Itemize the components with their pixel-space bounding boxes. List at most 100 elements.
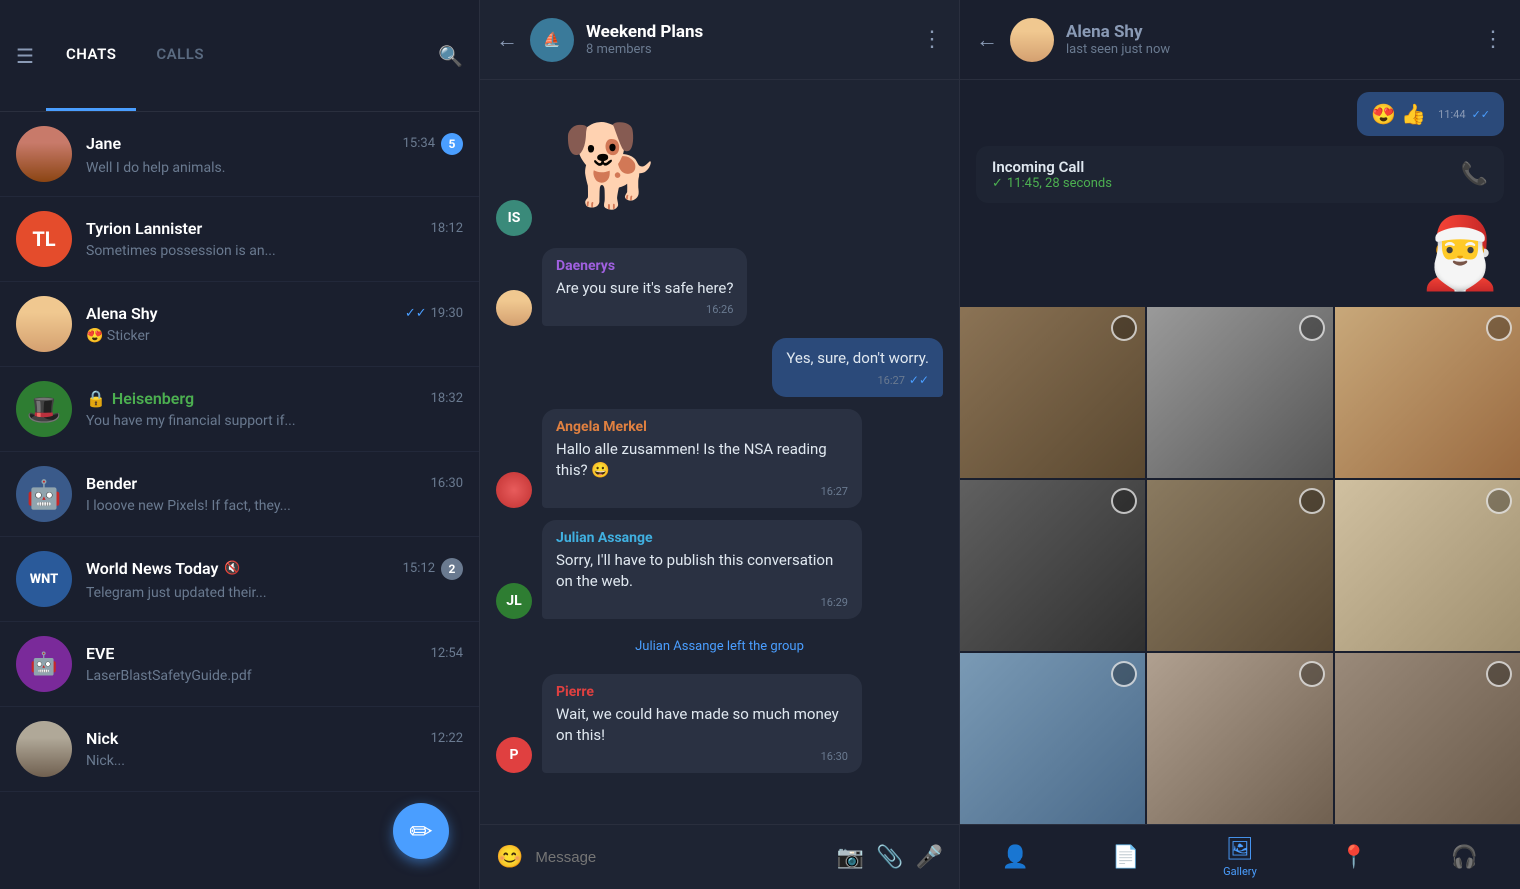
bubble-angela: Angela Merkel Hallo alle zusammen! Is th…: [542, 409, 862, 508]
attach-button[interactable]: 📎: [876, 845, 903, 870]
tab-files[interactable]: 📄: [1112, 845, 1139, 870]
chat-time-worldnews: 15:12: [403, 561, 435, 576]
chat-info-eve: EVE 12:54 LaserBlastSafetyGuide.pdf: [86, 644, 463, 684]
tab-audio[interactable]: 🎧: [1451, 845, 1478, 870]
emoji-button[interactable]: 😊: [496, 845, 523, 870]
tab-gallery[interactable]: 🖼 Gallery: [1223, 837, 1257, 878]
gallery-select-8[interactable]: [1299, 661, 1325, 687]
more-options-button[interactable]: ⋮: [921, 27, 943, 52]
sticker-shiba: 🐕: [542, 96, 682, 236]
tab-profile[interactable]: 👤: [1002, 845, 1029, 870]
gallery-cell-5[interactable]: [1147, 480, 1332, 651]
gallery-cell-1[interactable]: [960, 307, 1145, 478]
chat-name-alena: Alena Shy: [86, 304, 158, 323]
chats-tabs: CHATS CALLS: [46, 0, 438, 111]
gallery-tab-label: Gallery: [1223, 865, 1257, 878]
chat-item-bender[interactable]: 🤖 Bender 16:30 I looove new Pixels! If f…: [0, 452, 479, 537]
search-icon[interactable]: 🔍: [438, 44, 463, 68]
avatar-daenerys: [496, 290, 532, 326]
chat-preview-heisenberg: You have my financial support if...: [86, 413, 463, 429]
profile-header: ← Alena Shy last seen just now ⋮: [960, 0, 1520, 80]
mute-icon-worldnews: 🔇: [224, 561, 240, 576]
chat-preview-eve: LaserBlastSafetyGuide.pdf: [86, 668, 463, 684]
bubble-pierre: Pierre Wait, we could have made so much …: [542, 674, 862, 773]
message-input[interactable]: [535, 849, 824, 866]
tab-location[interactable]: 📍: [1340, 845, 1367, 870]
gallery-select-9[interactable]: [1486, 661, 1512, 687]
badge-jane: 5: [441, 133, 463, 155]
chat-preview-worldnews: Telegram just updated their...: [86, 585, 463, 601]
chat-panel: ← ⛵ Weekend Plans 8 members ⋮ IS 🐕 Daene…: [480, 0, 960, 889]
gallery-cell-2[interactable]: [1147, 307, 1332, 478]
sender-daenerys: Daenerys: [556, 258, 733, 274]
compose-fab[interactable]: ✏: [393, 803, 449, 859]
gallery-cell-9[interactable]: [1335, 653, 1520, 824]
gallery-cell-6[interactable]: [1335, 480, 1520, 651]
chat-item-nick[interactable]: Nick 12:22 Nick...: [0, 707, 479, 792]
hamburger-icon[interactable]: ☰: [16, 44, 34, 68]
back-button[interactable]: ←: [496, 27, 518, 53]
gallery-cell-4[interactable]: [960, 480, 1145, 651]
gallery-cell-8[interactable]: [1147, 653, 1332, 824]
chat-item-alena[interactable]: Alena Shy ✓✓ 19:30 😍 Sticker: [0, 282, 479, 367]
call-info: Incoming Call ✓ 11:45, 28 seconds: [992, 158, 1449, 191]
time-julian: 16:29: [821, 596, 848, 609]
gallery-select-6[interactable]: [1486, 488, 1512, 514]
gallery-select-5[interactable]: [1299, 488, 1325, 514]
message-angela: Angela Merkel Hallo alle zusammen! Is th…: [496, 409, 943, 508]
checks-outgoing: ✓✓: [909, 373, 929, 387]
call-label: Incoming Call: [992, 158, 1449, 176]
group-avatar: ⛵: [530, 18, 574, 62]
more-options-profile[interactable]: ⋮: [1482, 27, 1504, 52]
bubble-daenerys: Daenerys Are you sure it's safe here? 16…: [542, 248, 747, 326]
bubble-outgoing: Yes, sure, don't worry. 16:27 ✓✓: [772, 338, 943, 397]
chat-name-tyrion: Tyrion Lannister: [86, 219, 202, 238]
chat-info-tyrion: Tyrion Lannister 18:12 Sometimes possess…: [86, 219, 463, 259]
chat-item-worldnews[interactable]: WNT World News Today 🔇 15:12 2 Telegram …: [0, 537, 479, 622]
tab-calls[interactable]: CALLS: [136, 0, 224, 111]
tab-chats[interactable]: CHATS: [46, 0, 136, 111]
emoji-bubble: 😍 👍 11:44 ✓✓: [1357, 92, 1504, 136]
time-outgoing: 16:27: [877, 374, 904, 387]
gallery-select-2[interactable]: [1299, 315, 1325, 341]
chat-item-heisenberg[interactable]: 🎩 🔒 Heisenberg 18:32 You have my financi…: [0, 367, 479, 452]
text-pierre: Wait, we could have made so much money o…: [556, 704, 848, 746]
chat-item-jane[interactable]: Jane 15:34 5 Well I do help animals.: [0, 112, 479, 197]
chat-info-alena: Alena Shy ✓✓ 19:30 😍 Sticker: [86, 304, 463, 344]
gallery-cell-7[interactable]: [960, 653, 1145, 824]
sticker-girl: 🎅: [1417, 213, 1504, 295]
avatar-alena: [16, 296, 72, 352]
gallery-cell-3[interactable]: [1335, 307, 1520, 478]
chat-item-eve[interactable]: 🤖 EVE 12:54 LaserBlastSafetyGuide.pdf: [0, 622, 479, 707]
chat-list: Jane 15:34 5 Well I do help animals. TL …: [0, 112, 479, 889]
chats-panel: ☰ CHATS CALLS 🔍 Jane 15:34 5: [0, 0, 480, 889]
chat-info-worldnews: World News Today 🔇 15:12 2 Telegram just…: [86, 558, 463, 601]
profile-name: Alena Shy: [1066, 22, 1470, 42]
mic-button[interactable]: 🎤: [916, 845, 943, 870]
avatar-tyrion: TL: [16, 211, 72, 267]
back-button-profile[interactable]: ←: [976, 27, 998, 53]
profile-tab-icon: 👤: [1002, 845, 1029, 870]
profile-avatar: [1010, 18, 1054, 62]
phone-icon: 📞: [1461, 162, 1488, 187]
message-sticker-shiba: IS 🐕: [496, 96, 943, 236]
text-julian: Sorry, I'll have to publish this convers…: [556, 550, 848, 592]
camera-button[interactable]: 📷: [837, 845, 864, 870]
sender-angela: Angela Merkel: [556, 419, 848, 435]
chat-name-nick: Nick: [86, 729, 118, 748]
chat-time-tyrion: 18:12: [431, 221, 463, 236]
chat-preview-bender: I looove new Pixels! If fact, they...: [86, 498, 463, 514]
profile-panel: ← Alena Shy last seen just now ⋮ 😍 👍 11:…: [960, 0, 1520, 889]
chat-time-eve: 12:54: [431, 646, 463, 661]
profile-messages: 😍 👍 11:44 ✓✓ Incoming Call ✓ 11:45, 28 s…: [960, 80, 1520, 307]
text-daenerys: Are you sure it's safe here?: [556, 278, 733, 299]
avatar-nick: [16, 721, 72, 777]
message-daenerys: Daenerys Are you sure it's safe here? 16…: [496, 248, 943, 326]
chat-item-tyrion[interactable]: TL Tyrion Lannister 18:12 Sometimes poss…: [0, 197, 479, 282]
group-name: Weekend Plans: [586, 22, 909, 42]
sticker-row: 🎅: [976, 213, 1504, 295]
gallery-select-3[interactable]: [1486, 315, 1512, 341]
chat-info-jane: Jane 15:34 5 Well I do help animals.: [86, 133, 463, 176]
chat-time-nick: 12:22: [431, 731, 463, 746]
group-members: 8 members: [586, 42, 909, 57]
